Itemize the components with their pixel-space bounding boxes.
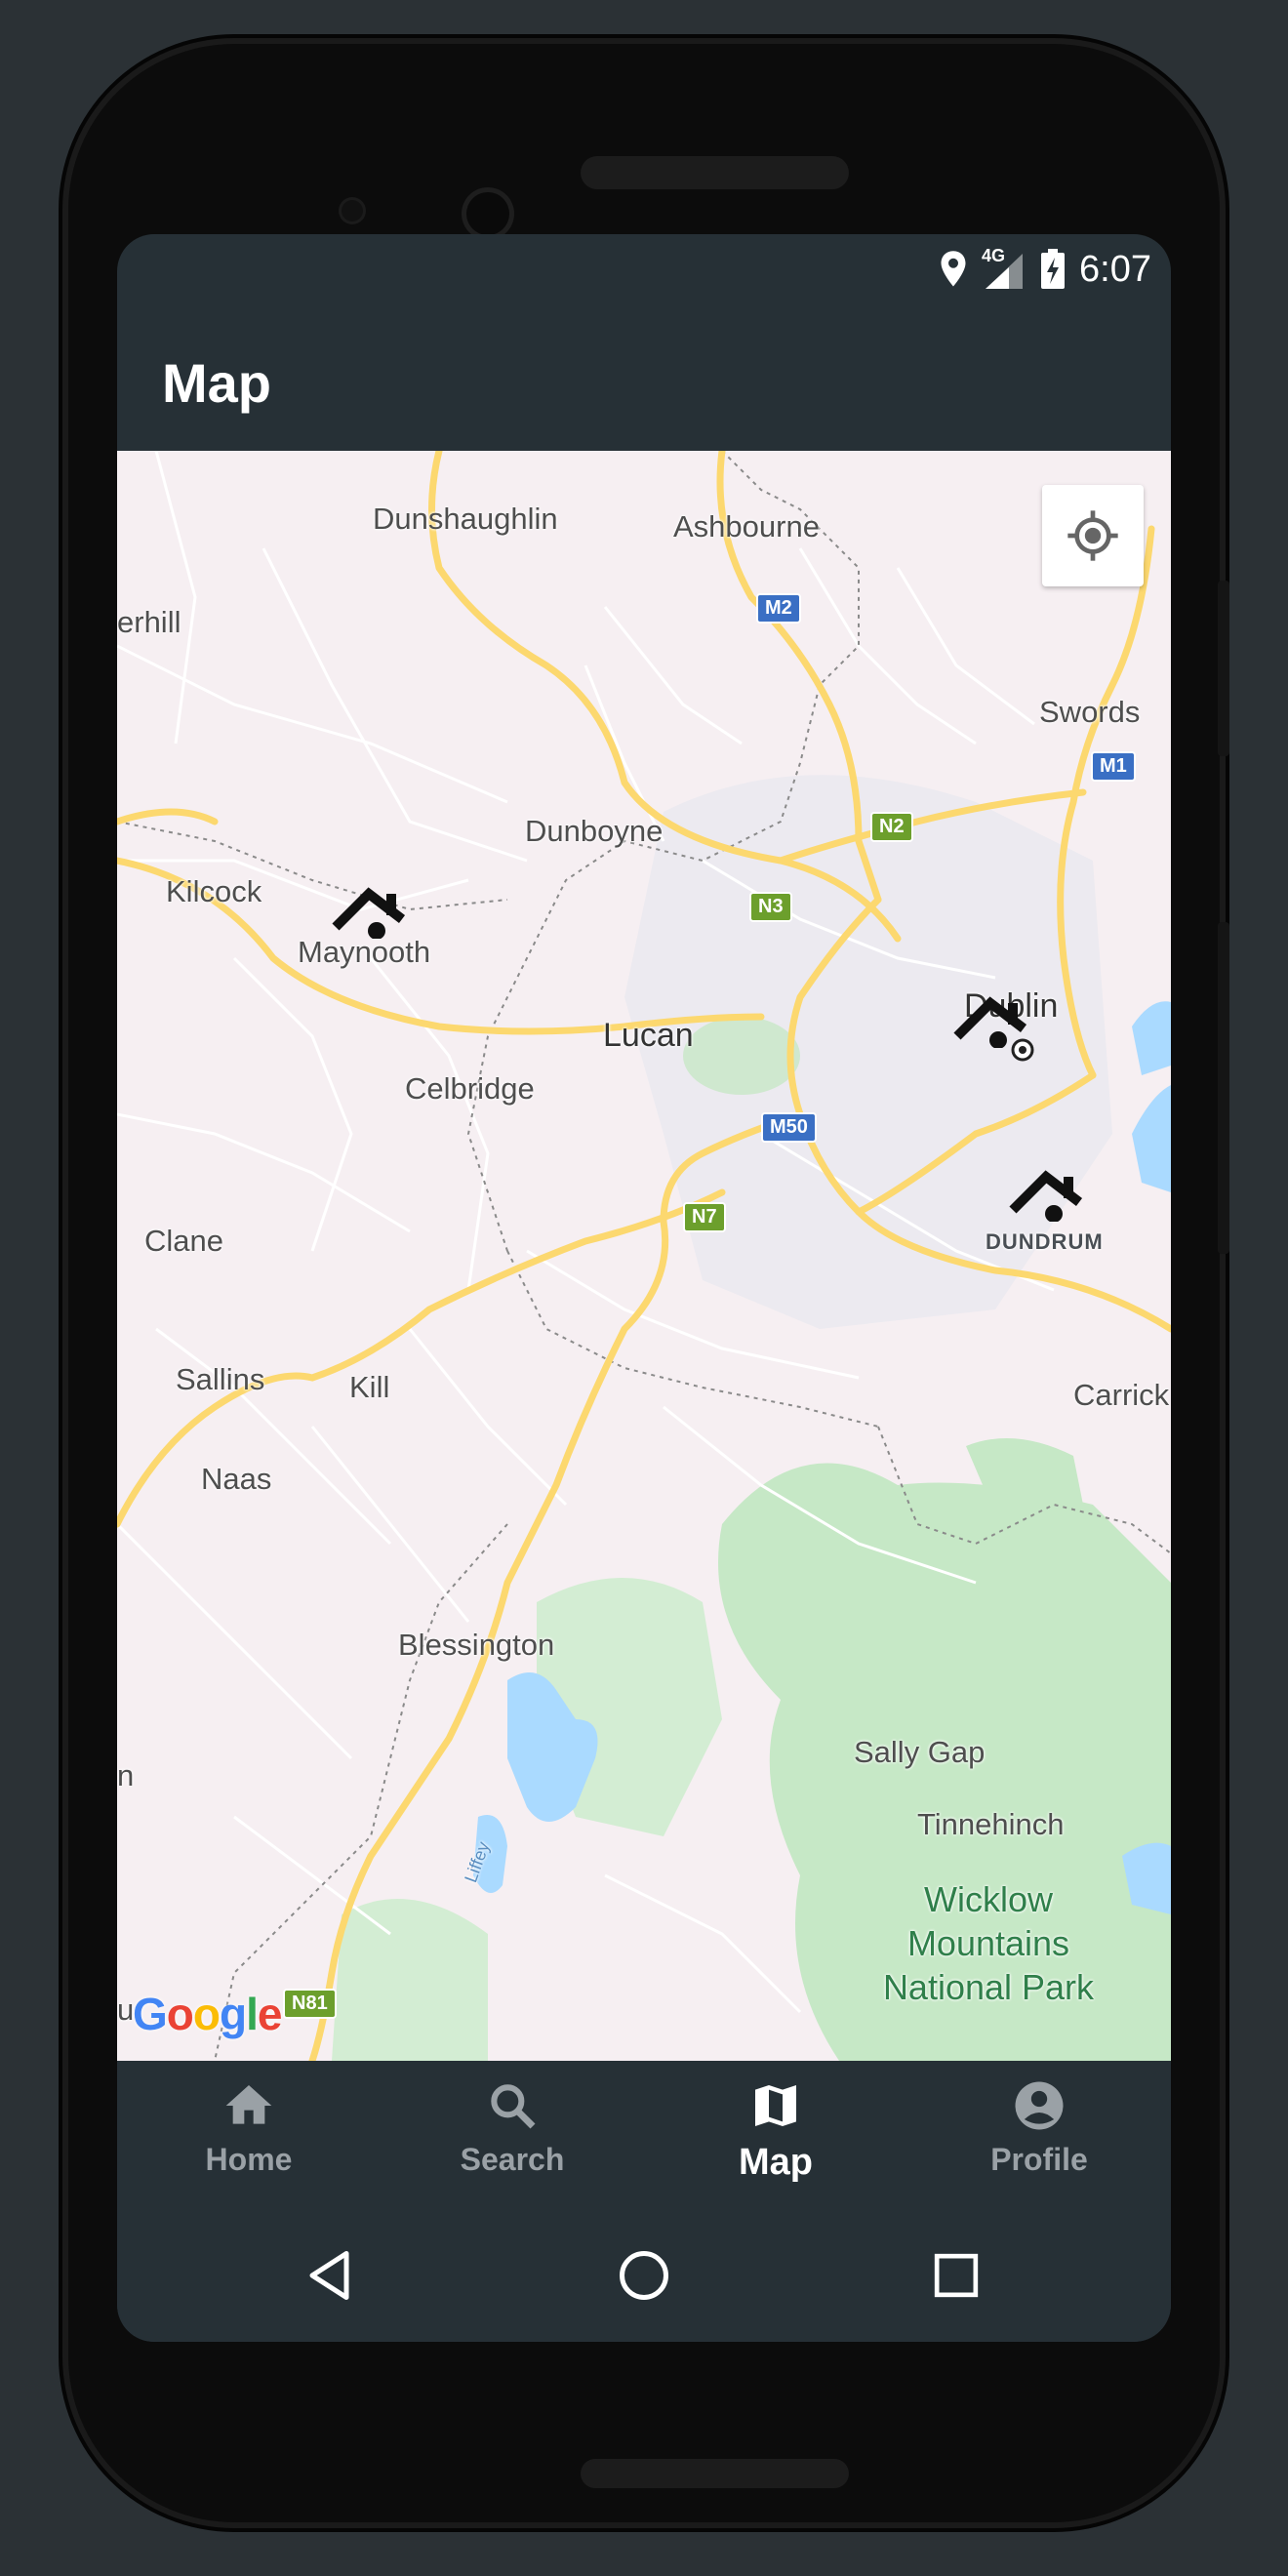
page-title: Map bbox=[162, 352, 271, 414]
place-label: Dunshaughlin bbox=[373, 502, 558, 536]
place-label: Sallins bbox=[176, 1362, 265, 1396]
earpiece-speaker bbox=[581, 156, 849, 189]
nav-item-home[interactable]: Home bbox=[151, 2078, 346, 2195]
screen: 4G 6:07 Map Dunshaughlin Ashbourne erhil… bbox=[117, 234, 1171, 2342]
place-label: Sally Gap bbox=[854, 1735, 986, 1769]
park-label-line: Wicklow bbox=[924, 1879, 1053, 1919]
home-icon bbox=[225, 2085, 272, 2124]
road-shield: N2 bbox=[870, 812, 913, 842]
road-shield: M50 bbox=[761, 1112, 817, 1143]
nav-label: Profile bbox=[990, 2142, 1088, 2177]
nav-label: Search bbox=[460, 2142, 565, 2177]
my-location-button[interactable] bbox=[1042, 485, 1144, 586]
place-label: DUNDRUM bbox=[986, 1229, 1104, 1254]
park-label: Wicklow Mountains National Park bbox=[847, 1877, 1130, 2009]
place-label: Ashbourne bbox=[673, 509, 820, 543]
park-label-line: Mountains bbox=[906, 1923, 1070, 1963]
nav-item-map[interactable]: Map bbox=[678, 2078, 873, 2195]
place-label: Celbridge bbox=[405, 1071, 535, 1106]
location-icon bbox=[941, 251, 966, 287]
recents-icon bbox=[934, 2253, 979, 2298]
home-button[interactable] bbox=[605, 2236, 683, 2314]
google-attribution-logo: Google bbox=[133, 1989, 282, 2039]
place-label: Kilcock bbox=[166, 874, 262, 908]
road-shield: N81 bbox=[283, 1989, 337, 2019]
place-label: Dunboyne bbox=[525, 814, 664, 848]
place-label: Tinnehinch bbox=[917, 1807, 1065, 1841]
search-icon bbox=[491, 2084, 536, 2129]
battery-charging-icon bbox=[1041, 249, 1066, 289]
road-shield: N3 bbox=[749, 892, 792, 922]
place-label: Clane bbox=[144, 1224, 223, 1258]
house-marker-icon[interactable] bbox=[330, 870, 412, 939]
signal-icon: 4G bbox=[982, 246, 1026, 289]
place-label: erhill bbox=[117, 605, 181, 639]
road-shield: M1 bbox=[1091, 751, 1136, 782]
park-label-line: National Park bbox=[882, 1967, 1095, 2007]
system-navigation-bar bbox=[117, 2207, 1171, 2342]
map-icon bbox=[755, 2085, 796, 2126]
status-bar: 4G 6:07 bbox=[117, 234, 1171, 302]
back-icon bbox=[309, 2251, 349, 2300]
map-view[interactable]: Dunshaughlin Ashbourne erhill Swords Dun… bbox=[117, 451, 1171, 2061]
place-label: Blessington bbox=[398, 1628, 555, 1662]
house-marker-icon[interactable] bbox=[1007, 1153, 1089, 1222]
front-sensor bbox=[342, 200, 363, 221]
place-label: Swords bbox=[1039, 695, 1141, 729]
place-label: Lucan bbox=[603, 1017, 694, 1054]
account-circle-icon bbox=[1015, 2081, 1064, 2130]
bottom-speaker bbox=[581, 2459, 849, 2488]
my-location-icon bbox=[1067, 510, 1118, 561]
place-label: Carrick bbox=[1073, 1378, 1170, 1412]
place-label: Maynooth bbox=[298, 935, 431, 969]
home-circle-icon bbox=[620, 2251, 668, 2300]
nav-label: Map bbox=[739, 2142, 813, 2183]
front-camera bbox=[466, 192, 509, 235]
road-shield: N7 bbox=[683, 1202, 726, 1232]
volume-button bbox=[1218, 922, 1229, 1254]
nav-item-search[interactable]: Search bbox=[415, 2078, 610, 2195]
app-bar: Map bbox=[117, 302, 1171, 451]
city-center-icon bbox=[1011, 1038, 1034, 1062]
road-shield: M2 bbox=[756, 593, 801, 624]
place-label: n bbox=[117, 1758, 135, 1792]
nav-label: Home bbox=[205, 2142, 293, 2177]
nav-item-profile[interactable]: Profile bbox=[942, 2078, 1137, 2195]
bottom-navigation: Home Search Map Profile bbox=[117, 2061, 1171, 2207]
place-label: Naas bbox=[201, 1462, 272, 1496]
back-button[interactable] bbox=[293, 2236, 371, 2314]
power-button bbox=[1218, 581, 1229, 756]
status-time: 6:07 bbox=[1079, 248, 1151, 290]
recents-button[interactable] bbox=[917, 2236, 995, 2314]
place-label: u bbox=[117, 1992, 135, 2027]
place-label: Kill bbox=[349, 1370, 390, 1404]
